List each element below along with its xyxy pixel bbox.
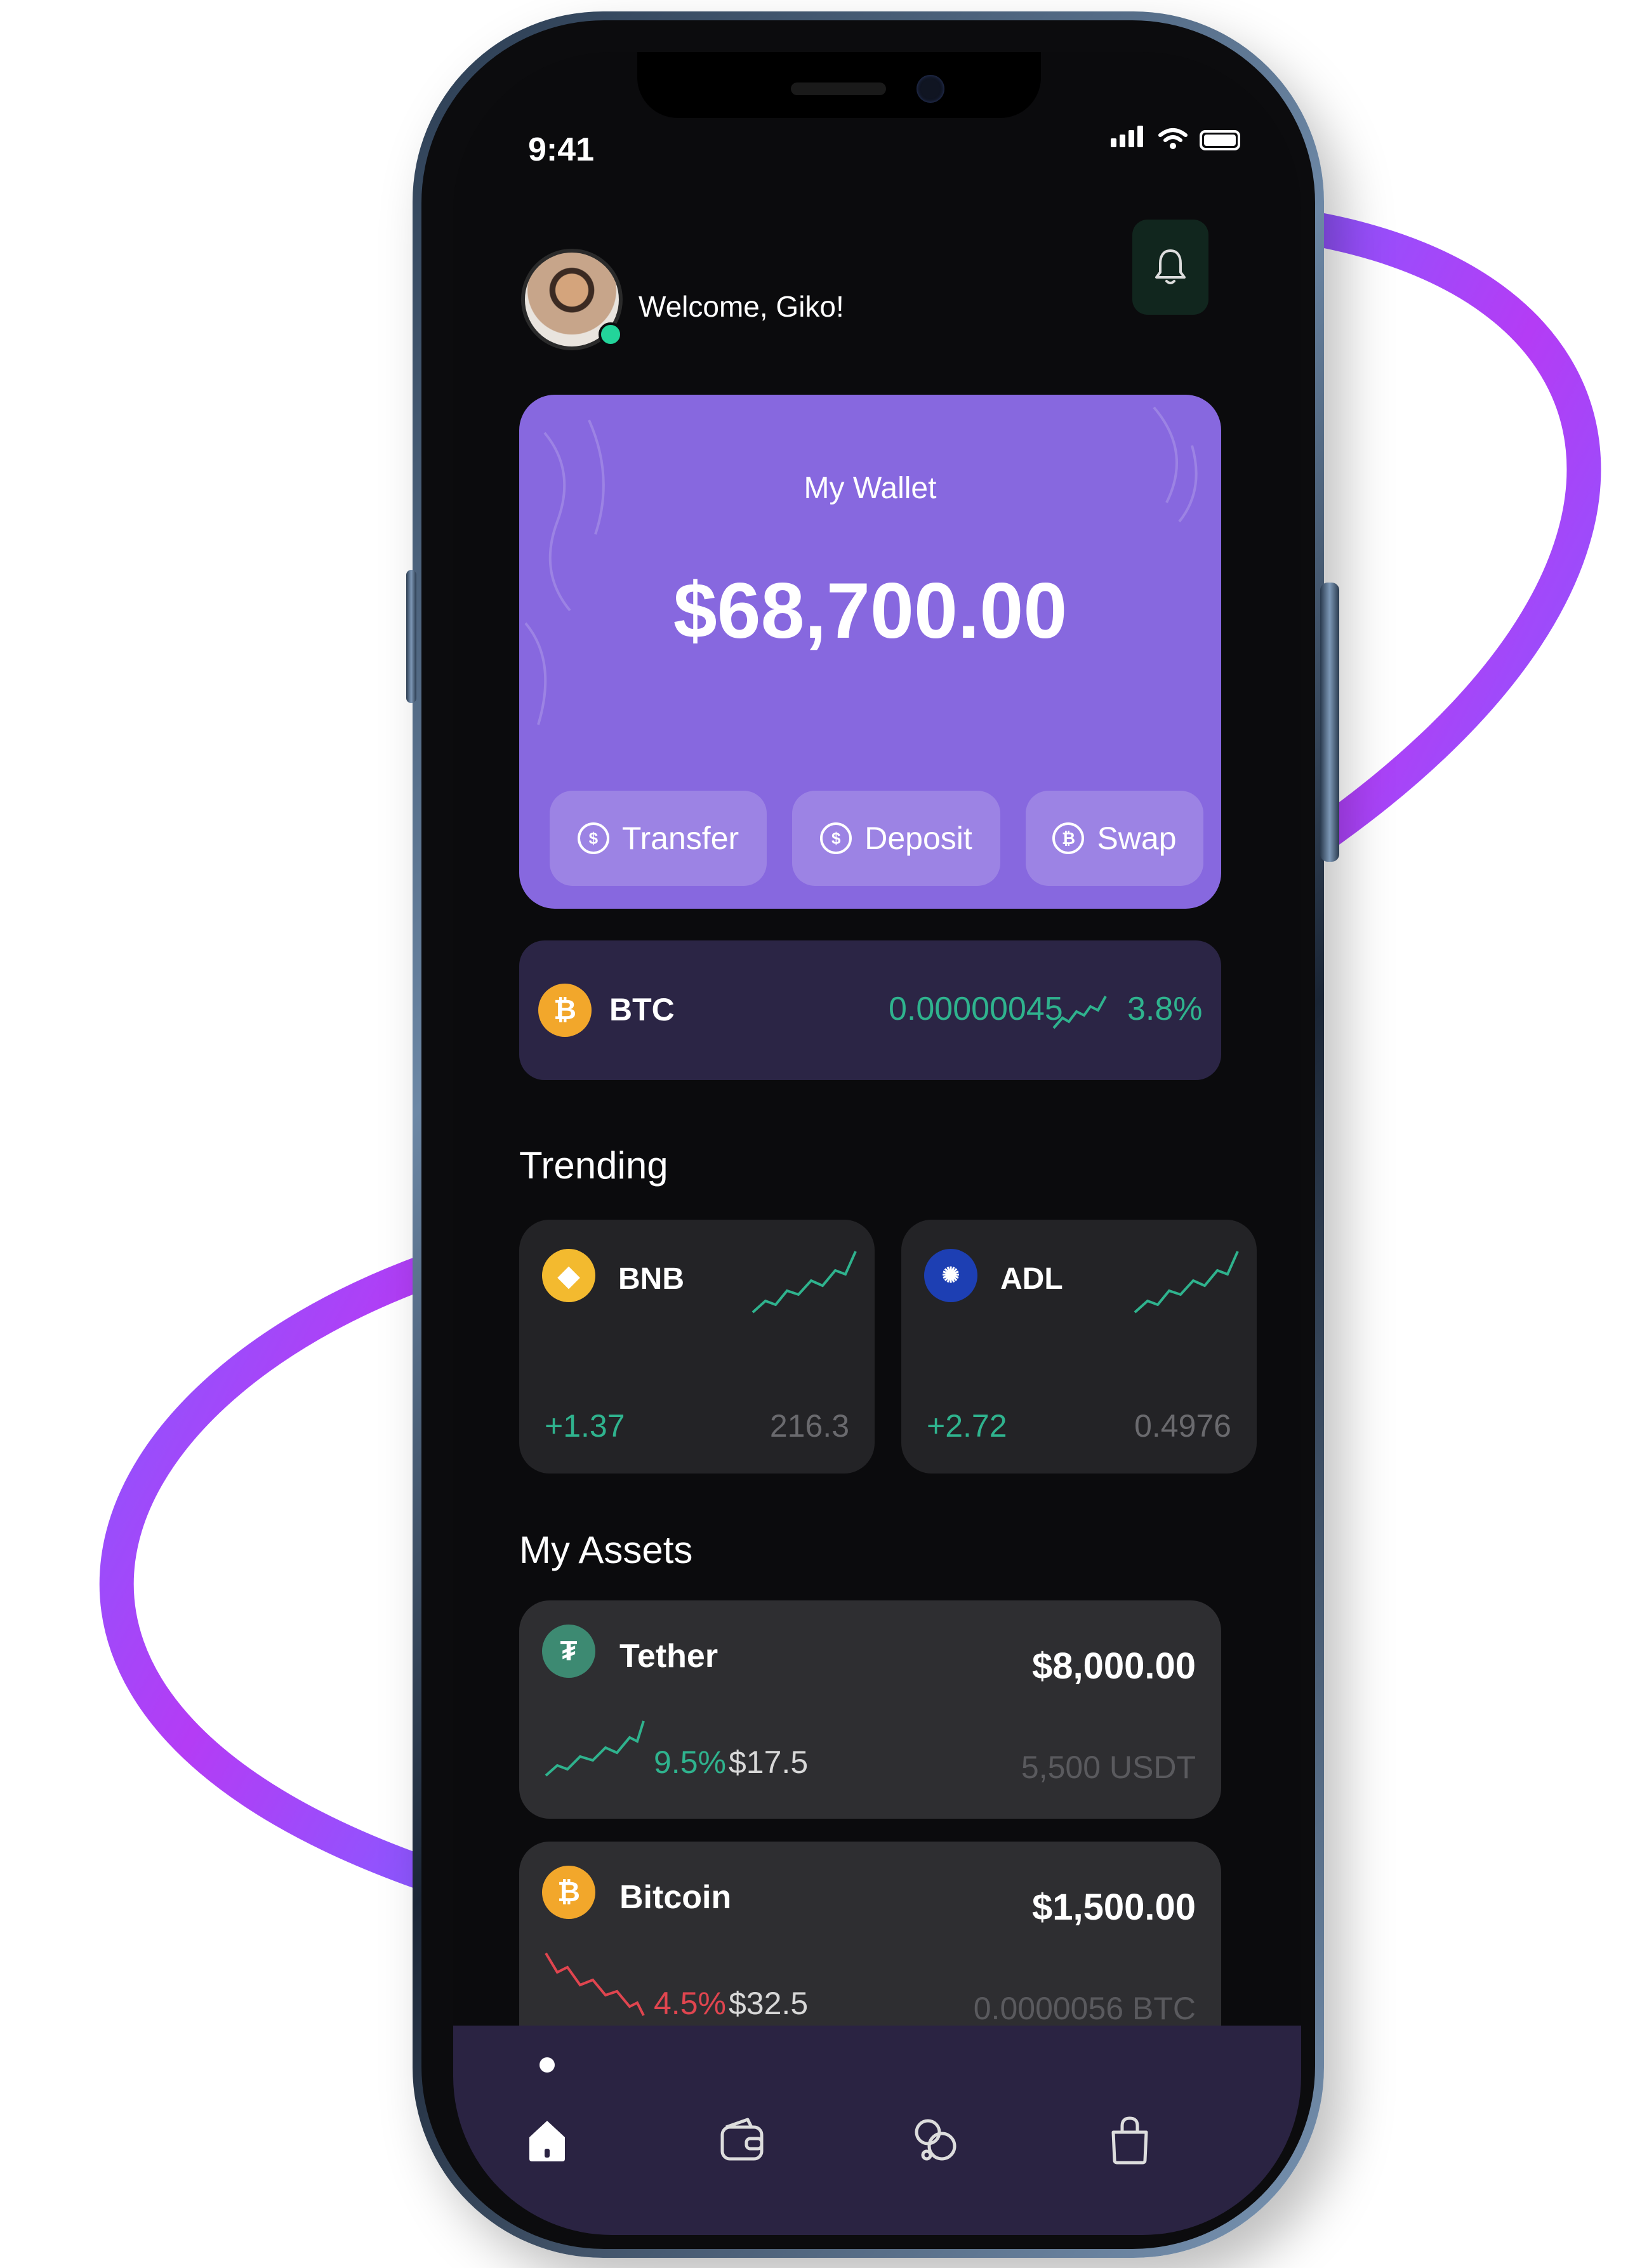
screen: 9:41 Welcome, Giko! My Wallet $68,700.00… bbox=[453, 52, 1301, 2235]
welcome-text: Welcome, Giko! bbox=[639, 290, 844, 323]
sparkline-icon bbox=[545, 1952, 645, 2016]
home-icon bbox=[529, 2121, 565, 2161]
sparkline-icon bbox=[751, 1251, 857, 1314]
btc-symbol: BTC bbox=[609, 992, 675, 1027]
wifi-icon bbox=[1158, 128, 1188, 149]
asset-card-tether[interactable]: ₮ Tether $8,000.00 9.5% $17.5 5,500 USDT bbox=[519, 1600, 1221, 1819]
asset-change: 9.5% bbox=[654, 1744, 726, 1780]
bitcoin-icon: ₿ bbox=[542, 1866, 595, 1919]
trending-card-adl[interactable]: ✺ ADL +2.72 0.4976 bbox=[901, 1220, 1257, 1474]
wallet-balance: $68,700.00 bbox=[673, 567, 1068, 655]
asset-change-usd: $17.5 bbox=[729, 1744, 809, 1780]
trending-name: BNB bbox=[618, 1262, 684, 1296]
swap-coins-icon: ₿ bbox=[1052, 822, 1085, 854]
asset-change-usd: $32.5 bbox=[729, 1986, 809, 2021]
asset-name: Tether bbox=[619, 1638, 718, 1675]
bnb-icon: ◆ bbox=[542, 1249, 595, 1302]
nav-wallet[interactable] bbox=[705, 2102, 781, 2178]
dollar-up-icon: $ bbox=[577, 822, 609, 854]
phone-frame: 9:41 Welcome, Giko! My Wallet $68,700.00… bbox=[406, 11, 1339, 2258]
active-indicator bbox=[539, 2057, 555, 2073]
status-icons bbox=[1111, 126, 1240, 150]
sparkline-icon bbox=[1134, 1251, 1239, 1314]
asset-value: $8,000.00 bbox=[1031, 1645, 1196, 1687]
btc-change: 3.8% bbox=[1127, 991, 1203, 1027]
online-status-dot bbox=[599, 322, 623, 346]
front-camera bbox=[917, 75, 944, 103]
btc-amount: 0.00000045 bbox=[889, 991, 1063, 1027]
btc-ticker[interactable]: ₿ BTC 0.00000045 3.8% bbox=[519, 940, 1221, 1080]
trending-card-bnb[interactable]: ◆ BNB +1.37 216.3 bbox=[519, 1220, 875, 1474]
sparkline-icon bbox=[1052, 996, 1107, 1029]
trending-change: +1.37 bbox=[545, 1408, 625, 1444]
bag-icon bbox=[1111, 2116, 1148, 2165]
power-button bbox=[1320, 583, 1339, 862]
asset-value: $1,500.00 bbox=[1031, 1887, 1196, 1928]
trending-name: ADL bbox=[1000, 1262, 1063, 1296]
status-time: 9:41 bbox=[528, 131, 595, 168]
assets-title: My Assets bbox=[519, 1529, 693, 1571]
deposit-button[interactable]: $ Deposit bbox=[792, 791, 1000, 886]
bell-icon bbox=[1155, 249, 1186, 284]
notification-button[interactable] bbox=[1132, 220, 1208, 315]
trending-title: Trending bbox=[519, 1144, 668, 1187]
signal-icon bbox=[1111, 126, 1146, 150]
wallet-card: My Wallet $68,700.00 $ Transfer $ Deposi… bbox=[519, 395, 1221, 909]
asset-holding: 5,500 USDT bbox=[1021, 1750, 1196, 1785]
tether-icon: ₮ bbox=[542, 1625, 595, 1678]
trending-price: 0.4976 bbox=[1134, 1408, 1231, 1444]
swap-button[interactable]: ₿ Swap bbox=[1026, 791, 1203, 886]
wallet-icon bbox=[720, 2118, 764, 2161]
trending-price: 216.3 bbox=[769, 1408, 849, 1444]
nav-coins[interactable] bbox=[897, 2102, 974, 2178]
trending-change: +2.72 bbox=[927, 1408, 1007, 1444]
sparkline-icon bbox=[545, 1720, 645, 1777]
nav-bag[interactable] bbox=[1092, 2102, 1168, 2178]
notch bbox=[637, 52, 1041, 118]
speaker bbox=[791, 82, 886, 95]
swap-label: Swap bbox=[1097, 821, 1177, 856]
bitcoin-icon: ₿ bbox=[538, 984, 592, 1037]
transfer-button[interactable]: $ Transfer bbox=[550, 791, 767, 886]
asset-name: Bitcoin bbox=[619, 1879, 732, 1916]
bottom-nav bbox=[453, 2026, 1301, 2235]
wallet-title: My Wallet bbox=[804, 471, 937, 505]
coins-icon bbox=[915, 2119, 957, 2161]
battery-icon bbox=[1200, 130, 1240, 150]
dollar-down-icon: $ bbox=[820, 822, 852, 854]
ada-icon: ✺ bbox=[924, 1249, 977, 1302]
asset-change: 4.5% bbox=[654, 1986, 726, 2021]
asset-holding: 0.0000056 BTC bbox=[973, 1991, 1196, 2026]
deposit-label: Deposit bbox=[864, 821, 972, 856]
volume-button bbox=[406, 570, 416, 703]
transfer-label: Transfer bbox=[621, 821, 739, 856]
phone-bezel: 9:41 Welcome, Giko! My Wallet $68,700.00… bbox=[421, 20, 1315, 2249]
nav-home[interactable] bbox=[509, 2102, 585, 2178]
